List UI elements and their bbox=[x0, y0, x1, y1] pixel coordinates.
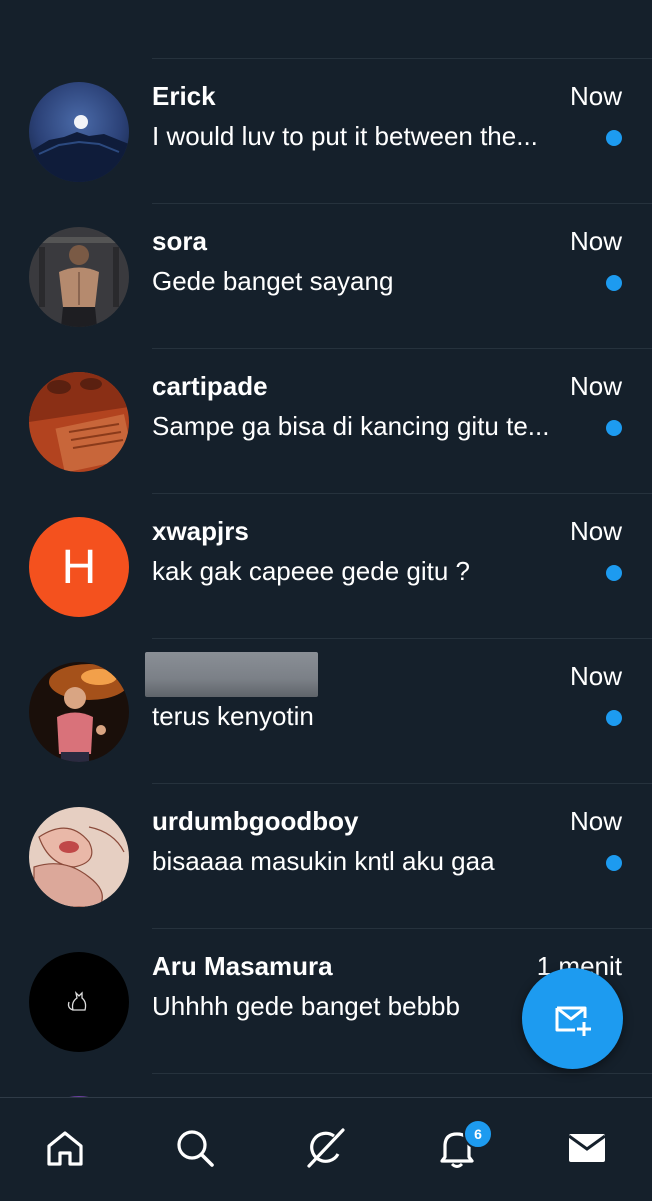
avatar[interactable] bbox=[29, 952, 129, 1052]
grok-icon bbox=[307, 1128, 345, 1168]
conversation-row[interactable]: sora Now Gede banget sayang bbox=[0, 204, 652, 349]
avatar[interactable]: H bbox=[29, 517, 129, 617]
avatar[interactable] bbox=[29, 372, 129, 472]
conversation-time: Now bbox=[569, 81, 622, 111]
conversation-preview: Sampe ga bisa di kancing gitu te... bbox=[152, 411, 550, 441]
conversation-row[interactable]: Now terus kenyotin bbox=[0, 639, 652, 784]
unread-dot bbox=[606, 710, 622, 726]
conversation-time: Now bbox=[569, 661, 622, 691]
unread-dot bbox=[606, 420, 622, 436]
conversation-row-partial[interactable] bbox=[0, 1074, 652, 1098]
new-message-button[interactable] bbox=[522, 968, 623, 1069]
nav-messages[interactable] bbox=[565, 1126, 609, 1170]
conversation-preview: Uhhhh gede banget bebbb bbox=[152, 991, 460, 1021]
conversation-row[interactable]: urdumbgoodboy Now bisaaaa masukin kntl a… bbox=[0, 784, 652, 929]
unread-dot bbox=[606, 130, 622, 146]
avatar[interactable] bbox=[29, 807, 129, 907]
conversation-time: Now bbox=[569, 516, 622, 546]
home-icon bbox=[47, 1131, 83, 1166]
conversation-name: xwapjrs bbox=[152, 516, 249, 546]
new-message-icon bbox=[555, 1006, 591, 1036]
conversation-name: cartipade bbox=[152, 371, 268, 401]
bottom-nav: 6 bbox=[0, 1097, 652, 1201]
nav-search[interactable] bbox=[173, 1126, 217, 1170]
avatar[interactable] bbox=[29, 662, 129, 762]
conversation-name: Aru Masamura bbox=[152, 951, 333, 981]
notifications-badge: 6 bbox=[463, 1119, 493, 1149]
unread-dot bbox=[606, 855, 622, 871]
search-icon bbox=[177, 1130, 214, 1167]
avatar[interactable] bbox=[29, 82, 129, 182]
conversation-preview: kak gak capeee gede gitu ? bbox=[152, 556, 471, 586]
avatar[interactable] bbox=[29, 227, 129, 327]
conversation-preview: bisaaaa masukin kntl aku gaa bbox=[152, 846, 495, 876]
conversation-time: Now bbox=[569, 371, 622, 401]
conversation-row[interactable]: cartipade Now Sampe ga bisa di kancing g… bbox=[0, 349, 652, 494]
conversation-name: sora bbox=[152, 226, 207, 256]
conversation-list: Erick Now I would luv to put it between … bbox=[0, 59, 652, 1074]
nav-grok[interactable] bbox=[304, 1126, 348, 1170]
conversation-row[interactable]: Erick Now I would luv to put it between … bbox=[0, 59, 652, 204]
conversation-time: Now bbox=[569, 806, 622, 836]
conversation-preview: I would luv to put it between the... bbox=[152, 121, 538, 151]
conversation-row[interactable]: H xwapjrs Now kak gak capeee gede gitu ? bbox=[0, 494, 652, 639]
redacted-name bbox=[145, 652, 318, 697]
unread-dot bbox=[606, 565, 622, 581]
conversation-name: urdumbgoodboy bbox=[152, 806, 359, 836]
conversation-time: Now bbox=[569, 226, 622, 256]
nav-home[interactable] bbox=[43, 1126, 87, 1170]
messages-icon bbox=[568, 1134, 606, 1162]
conversation-name: Erick bbox=[152, 81, 216, 111]
conversation-preview: terus kenyotin bbox=[152, 701, 314, 731]
unread-dot bbox=[606, 275, 622, 291]
conversation-preview: Gede banget sayang bbox=[152, 266, 394, 296]
